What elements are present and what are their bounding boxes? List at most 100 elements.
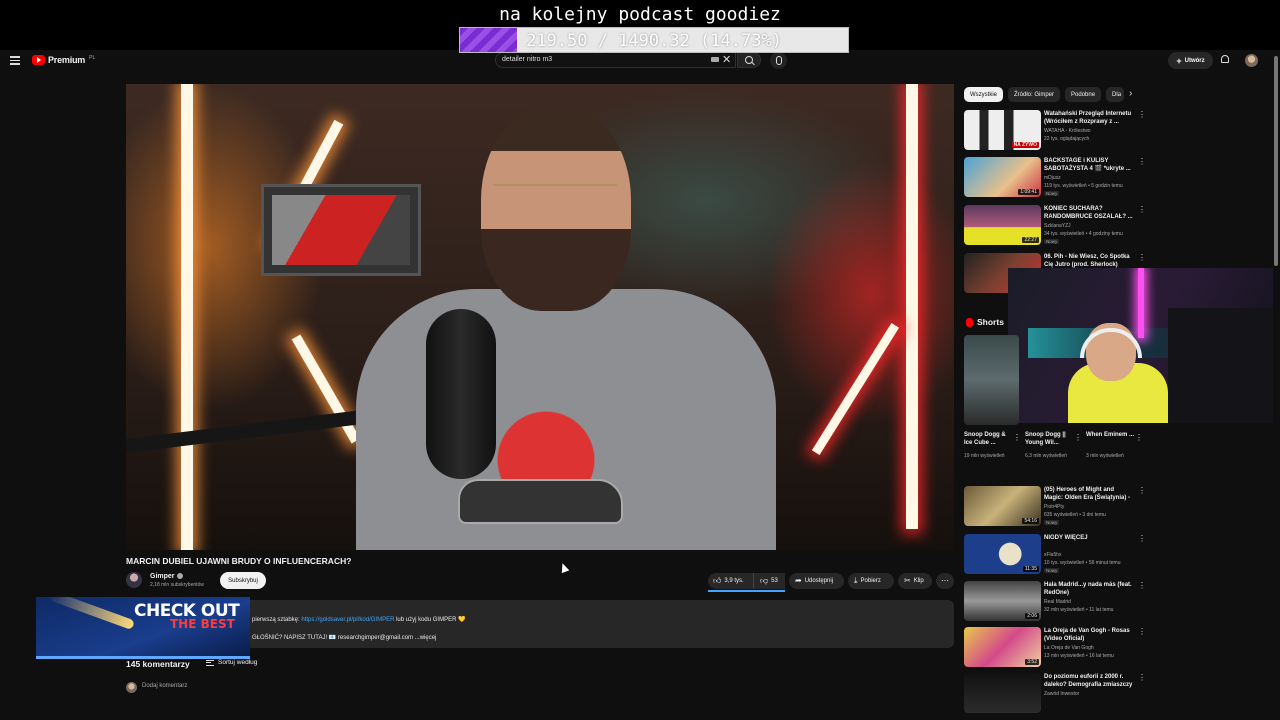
subscribe-button[interactable]: Subskrybuj bbox=[220, 572, 266, 589]
live-badge: NA ŻYWO bbox=[1011, 142, 1039, 148]
download-icon: ⤓ bbox=[854, 576, 858, 585]
more-vertical-icon[interactable]: ⋮ bbox=[1074, 433, 1082, 442]
verified-icon bbox=[176, 573, 183, 580]
more-vertical-icon[interactable]: ⋮ bbox=[1013, 433, 1021, 442]
add-comment-input[interactable]: Dodaj komentarz bbox=[142, 683, 187, 689]
chip-all[interactable]: Wszystkie bbox=[964, 87, 1003, 102]
chip-for-you[interactable]: Dla bbox=[1106, 87, 1125, 102]
microphone bbox=[426, 309, 496, 479]
description-more-link[interactable]: ...więcej bbox=[415, 635, 437, 641]
more-vertical-icon[interactable]: ⋮ bbox=[1138, 628, 1146, 636]
more-actions-button[interactable]: ⋯ bbox=[936, 573, 954, 589]
stream-ad-banner: CHECK OUT THE BEST bbox=[36, 597, 250, 659]
page-scrollbar[interactable] bbox=[1273, 50, 1280, 702]
short-thumbnail[interactable] bbox=[964, 335, 1019, 425]
scissors-icon: ✂ bbox=[904, 576, 911, 585]
short-title[interactable]: Snoop Dogg & Ice Cube ... bbox=[964, 431, 1012, 447]
background-monitor bbox=[261, 184, 421, 276]
rec-channel: WATAHA - Królestwo bbox=[1044, 128, 1091, 134]
description-prefix: pierwszą sztabkę: bbox=[252, 617, 300, 623]
duration-badge: 54:16 bbox=[1022, 518, 1039, 524]
rec-channel: SzklanaYZJ bbox=[1044, 223, 1071, 229]
more-vertical-icon[interactable]: ⋮ bbox=[1138, 535, 1146, 543]
description-box[interactable] bbox=[126, 600, 954, 648]
logo-text: Premium bbox=[48, 55, 86, 65]
video-frame bbox=[126, 84, 954, 550]
create-button[interactable]: + Utwórz bbox=[1168, 52, 1213, 69]
video-thumbnail: 54:16 bbox=[964, 486, 1041, 526]
channel-avatar[interactable] bbox=[126, 572, 142, 588]
recommendation-item[interactable]: 22:27 KONIEC SUCHARA? RANDOMBRUCE OSZALA… bbox=[964, 205, 1146, 249]
youtube-logo[interactable]: Premium PL bbox=[32, 55, 95, 65]
more-vertical-icon[interactable]: ⋮ bbox=[1138, 674, 1146, 682]
plus-icon: + bbox=[1176, 55, 1182, 66]
keyboard-icon[interactable] bbox=[711, 57, 719, 62]
chip-similar[interactable]: Podobne bbox=[1065, 87, 1102, 102]
recommendation-item[interactable]: 3:52 La Oreja de Van Gogh - Rosas (Video… bbox=[964, 627, 1146, 671]
description-link[interactable]: https://goldsaver.pl/pl/kod/GIMPER bbox=[301, 617, 394, 623]
rec-title: Watahański Przegląd Internetu (Wróciłem … bbox=[1044, 111, 1132, 125]
search-button[interactable] bbox=[737, 52, 761, 68]
glasses bbox=[493, 184, 617, 218]
recommendation-item[interactable]: 54:16 (05) Heroes of Might and Magic: Ol… bbox=[964, 486, 1146, 530]
more-vertical-icon[interactable]: ⋮ bbox=[1138, 487, 1146, 495]
commenter-avatar bbox=[126, 682, 137, 693]
more-vertical-icon[interactable]: ⋮ bbox=[1138, 582, 1146, 590]
stream-overlay: na kolejny podcast goodiez 219.50 / 1490… bbox=[0, 0, 1280, 53]
new-badge: Nowy bbox=[1044, 520, 1060, 525]
rec-title: BACKSTAGE i KULISY SABOTAŻYSTA 4 🎬 *ukry… bbox=[1044, 158, 1131, 172]
thumbs-down-icon: 👎︎ bbox=[760, 576, 769, 585]
neon-light bbox=[906, 84, 918, 529]
dislike-button[interactable]: 👎︎ 53 bbox=[753, 573, 785, 589]
scrollbar-thumb[interactable] bbox=[1274, 56, 1278, 266]
rec-title: La Oreja de Van Gogh - Rosas (Video Ofic… bbox=[1044, 628, 1130, 642]
rec-title: KONIEC SUCHARA? RANDOMBRUCE OSZALAŁ? ... bbox=[1044, 206, 1133, 220]
video-thumbnail bbox=[964, 673, 1041, 713]
short-views: 6,3 mln wyświetleń bbox=[1025, 453, 1067, 459]
recommendation-item[interactable]: NA ŻYWO Watahański Przegląd Internetu (W… bbox=[964, 110, 1146, 154]
chip-source[interactable]: Źródło: Gimper bbox=[1008, 87, 1061, 102]
account-avatar[interactable] bbox=[1245, 54, 1258, 67]
sort-comments-button[interactable]: Sortuj według bbox=[206, 659, 257, 666]
notifications-bell-icon[interactable] bbox=[1221, 55, 1229, 63]
download-label: Pobierz bbox=[860, 578, 881, 584]
rec-meta: 32 mln wyświetleń • 11 lat temu bbox=[1044, 607, 1114, 613]
video-title: MARCIN DUBIEL UJAWNI BRUDY O INFLUENCERA… bbox=[126, 556, 352, 566]
sort-label: Sortuj według bbox=[218, 659, 258, 666]
rec-channel: Real Madrid bbox=[1044, 599, 1071, 605]
clip-button[interactable]: ✂ Klip bbox=[898, 573, 932, 589]
video-thumbnail: 11:35 bbox=[964, 534, 1041, 574]
rec-title: NIGDY WIĘCEJ bbox=[1044, 535, 1088, 541]
screen: na kolejny podcast goodiez 219.50 / 1490… bbox=[0, 0, 1280, 720]
chevron-right-icon[interactable]: › bbox=[1129, 88, 1132, 99]
more-vertical-icon[interactable]: ⋮ bbox=[1138, 111, 1146, 119]
recommendation-item[interactable]: 11:35 NIGDY WIĘCEJ xFla5hx 10 tys. wyświ… bbox=[964, 534, 1146, 578]
share-button[interactable]: ➦ Udostępnij bbox=[789, 573, 844, 589]
more-vertical-icon[interactable]: ⋮ bbox=[1138, 158, 1146, 166]
filter-chips: Wszystkie Źródło: Gimper Podobne Dla bbox=[964, 87, 1125, 102]
shorts-title-text: Shorts bbox=[977, 317, 1004, 327]
recommendation-item[interactable]: 1:09:41 BACKSTAGE i KULISY SABOTAŻYSTA 4… bbox=[964, 157, 1146, 201]
clear-search-icon[interactable]: ✕ bbox=[722, 53, 731, 66]
gaming-chair bbox=[1168, 308, 1278, 423]
more-vertical-icon[interactable]: ⋮ bbox=[1138, 206, 1146, 214]
rec-meta: 13 mln wyświetleń • 16 lat temu bbox=[1044, 653, 1114, 659]
more-vertical-icon[interactable]: ⋮ bbox=[1138, 254, 1146, 262]
more-vertical-icon[interactable]: ⋮ bbox=[1135, 433, 1143, 442]
short-title[interactable]: When Eminem ... bbox=[1086, 431, 1134, 439]
search-input[interactable]: detailer nitro m3 bbox=[495, 52, 736, 68]
short-title[interactable]: Snoop Dogg || Young Wil... bbox=[1025, 431, 1073, 447]
rec-title: Do poziomu euforii z 2000 r. daleko? Dem… bbox=[1044, 674, 1133, 688]
ad-streak-graphic bbox=[47, 597, 135, 631]
hamburger-menu-icon[interactable] bbox=[10, 56, 20, 65]
download-button[interactable]: ⤓ Pobierz bbox=[848, 573, 894, 589]
rec-title: (05) Heroes of Might and Magic: Olden Er… bbox=[1044, 487, 1131, 501]
voice-search-button[interactable] bbox=[770, 52, 787, 69]
ad-subheadline: THE BEST bbox=[170, 617, 235, 631]
recommendation-item[interactable]: Do poziomu euforii z 2000 r. daleko? Dem… bbox=[964, 673, 1146, 717]
duration-badge: 3:52 bbox=[1025, 659, 1039, 665]
recommendation-item[interactable]: 2:06 Hala Madrid...y nada más (feat. Red… bbox=[964, 581, 1146, 625]
video-player[interactable] bbox=[126, 84, 954, 550]
goal-progress-bar: 219.50 / 1490.32 (14.73%) bbox=[459, 27, 849, 53]
channel-name[interactable]: Gimper bbox=[150, 573, 183, 580]
